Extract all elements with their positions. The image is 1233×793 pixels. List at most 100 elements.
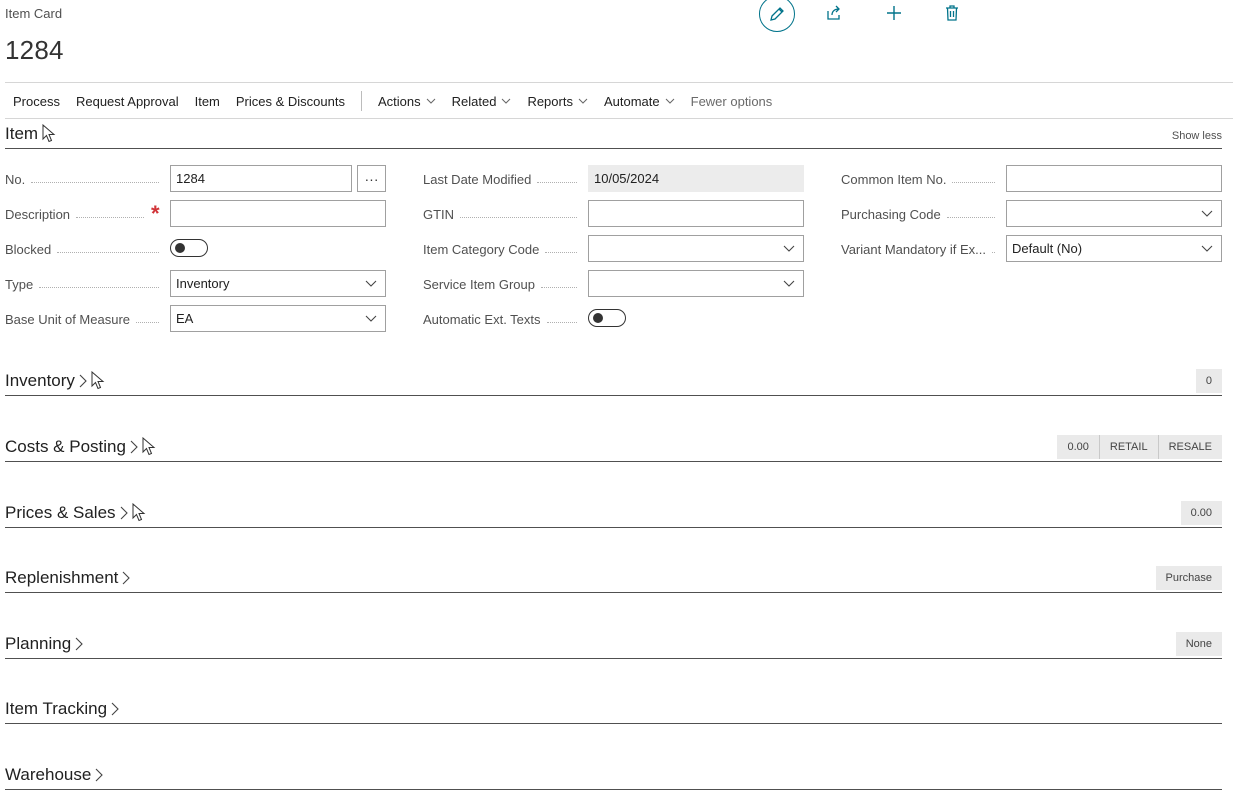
menu-automate[interactable]: Automate [596,94,683,109]
field-no: No. [5,165,165,193]
field-variant-mandatory-label: Variant Mandatory if Ex... [841,241,986,257]
field-blocked: Blocked [5,235,165,263]
field-variant-mandatory: Variant Mandatory if Ex... [841,235,1001,263]
header-divider [5,82,1233,83]
leader-dots [136,321,159,323]
action-request-approval[interactable]: Request Approval [68,94,187,109]
field-common-item: Common Item No. [841,165,1001,193]
section-tracking-header[interactable]: Item Tracking [5,694,1222,724]
field-variant-mandatory-label-wrap: Variant Mandatory if Ex... [841,242,1001,257]
section-prices-title: Prices & Sales [5,503,116,522]
mouse-cursor-icon [142,437,156,456]
chevron-right-icon [95,768,104,782]
field-uom-label: Base Unit of Measure [5,311,131,327]
planning-badge: None [1175,632,1222,656]
costs-badge-cost: 0.00 [1057,435,1099,459]
field-service-group-label: Service Item Group [423,276,535,292]
field-last-modified-label: Last Date Modified [423,171,532,187]
field-ext-texts-label-wrap: Automatic Ext. Texts [423,312,583,327]
section-inventory-title-wrap: Inventory [5,371,105,391]
type-select[interactable]: Inventory [170,270,386,297]
menu-automate-label: Automate [603,93,660,109]
chevron-right-icon [75,637,83,651]
field-description-label-wrap: Description [5,207,150,222]
chevron-down-icon [426,98,435,104]
section-costs-title-wrap: Costs & Posting [5,437,156,457]
field-type-label-wrap: Type [5,277,165,292]
menu-related[interactable]: Related [444,94,520,109]
plus-icon[interactable] [883,2,905,24]
section-prices-header[interactable]: Prices & Sales 0.00 [5,498,1222,528]
no-lookup-button[interactable]: ··· [357,165,386,192]
field-uom-label-wrap: Base Unit of Measure [5,312,165,327]
leader-dots [76,216,144,218]
field-ext-texts: Automatic Ext. Texts [423,305,583,333]
chevron-down-icon [665,98,674,104]
field-no-label-wrap: No. [5,172,165,187]
leader-dots [460,216,577,218]
section-warehouse-header[interactable]: Warehouse [5,760,1222,790]
required-asterisk-icon: * [151,201,160,226]
field-ext-texts-label: Automatic Ext. Texts [423,311,541,327]
blocked-toggle[interactable] [170,239,208,257]
page-caption: Item Card [5,6,63,21]
field-purchasing-code: Purchasing Code [841,200,1001,228]
section-costs-title: Costs & Posting [5,437,126,456]
section-replenishment-badges: Purchase [1155,566,1222,590]
action-process[interactable]: Process [5,94,68,109]
leader-dots [541,286,577,288]
chevron-down-icon [783,245,795,252]
field-no-label: No. [5,171,26,187]
uom-select-value: EA [176,311,194,326]
section-replenishment-title: Replenishment [5,568,119,587]
menu-reports-label: Reports [527,93,573,109]
section-item-title: Item [5,124,39,143]
section-inventory-header[interactable]: Inventory 0 [5,366,1222,396]
field-blocked-label-wrap: Blocked [5,242,165,257]
field-category-label: Item Category Code [423,241,540,257]
field-category-label-wrap: Item Category Code [423,242,583,257]
leader-dots [946,216,995,218]
field-gtin-label: GTIN [423,206,455,222]
type-select-value: Inventory [176,276,230,291]
field-description-label: Description [5,206,71,222]
edit-icon[interactable] [759,0,795,32]
ext-texts-toggle[interactable] [588,309,626,327]
purchasing-code-select[interactable] [1006,200,1222,227]
share-icon[interactable] [823,2,845,24]
uom-select[interactable]: EA [170,305,386,332]
gtin-input[interactable] [588,200,804,227]
common-item-input[interactable] [1006,165,1222,192]
section-replenishment-header[interactable]: Replenishment Purchase [5,563,1222,593]
action-separator [360,91,362,111]
field-service-group-label-wrap: Service Item Group [423,277,583,292]
menu-related-label: Related [451,93,497,109]
page-title: 1284 [5,35,64,65]
service-group-select[interactable] [588,270,804,297]
action-bar: Process Request Approval Item Prices & D… [5,88,780,114]
category-select[interactable] [588,235,804,262]
menu-reports[interactable]: Reports [519,94,596,109]
field-common-item-label-wrap: Common Item No. [841,172,1001,187]
variant-mandatory-select-value: Default (No) [1012,241,1083,256]
no-input[interactable]: 1284 [170,165,352,192]
section-warehouse-title: Warehouse [5,765,92,784]
section-item-header[interactable]: Item Show less [5,119,1222,149]
menu-actions[interactable]: Actions [370,94,444,109]
section-planning-header[interactable]: Planning None [5,629,1222,659]
show-less-button[interactable]: Show less [1172,130,1222,142]
description-input[interactable] [170,200,386,227]
field-gtin-label-wrap: GTIN [423,207,583,222]
chevron-down-icon [578,98,588,104]
field-service-group: Service Item Group [423,270,583,298]
section-costs-header[interactable]: Costs & Posting 0.00 RETAIL RESALE [5,432,1222,462]
action-prices-discounts[interactable]: Prices & Discounts [228,94,353,109]
field-blocked-label: Blocked [5,241,52,257]
fewer-options-button[interactable]: Fewer options [683,94,781,109]
leader-dots [57,251,159,253]
action-item[interactable]: Item [187,94,228,109]
leader-dots [546,321,577,323]
variant-mandatory-select[interactable]: Default (No) [1006,235,1222,262]
delete-icon[interactable] [941,2,963,24]
section-inventory-title: Inventory [5,371,75,390]
